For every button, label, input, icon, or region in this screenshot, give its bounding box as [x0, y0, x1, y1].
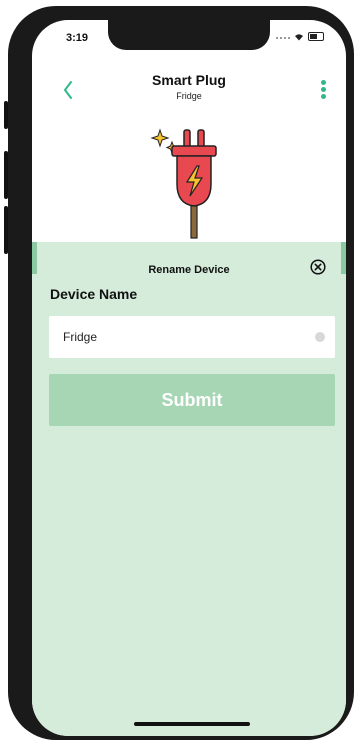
more-vertical-icon[interactable] [318, 78, 328, 106]
notch [108, 20, 270, 50]
device-name-input[interactable] [49, 316, 335, 358]
status-icons [276, 32, 324, 41]
page-title: Smart Plug [152, 72, 226, 88]
clear-input-icon[interactable] [315, 332, 325, 342]
signal-icon [276, 34, 290, 39]
rename-device-sheet: Rename Device Device Name Submit [32, 242, 346, 736]
battery-icon [308, 32, 324, 41]
side-button-volume-down [4, 206, 8, 254]
home-indicator[interactable] [134, 722, 250, 726]
power-plug-icon [150, 128, 217, 239]
screen: 3:19 Smart Plug Fridge Rename Device Dev… [32, 20, 346, 736]
page-subtitle: Fridge [176, 91, 202, 101]
submit-button[interactable]: Submit [49, 374, 335, 426]
wifi-icon [295, 33, 303, 40]
close-circle-icon[interactable] [310, 259, 326, 275]
side-button-mute [4, 101, 8, 129]
status-time: 3:19 [66, 32, 89, 44]
device-name-label: Device Name [50, 286, 138, 302]
phone-frame: 3:19 Smart Plug Fridge Rename Device Dev… [4, 6, 354, 740]
side-button-volume-up [4, 151, 8, 199]
sheet-title: Rename Device [148, 264, 230, 276]
